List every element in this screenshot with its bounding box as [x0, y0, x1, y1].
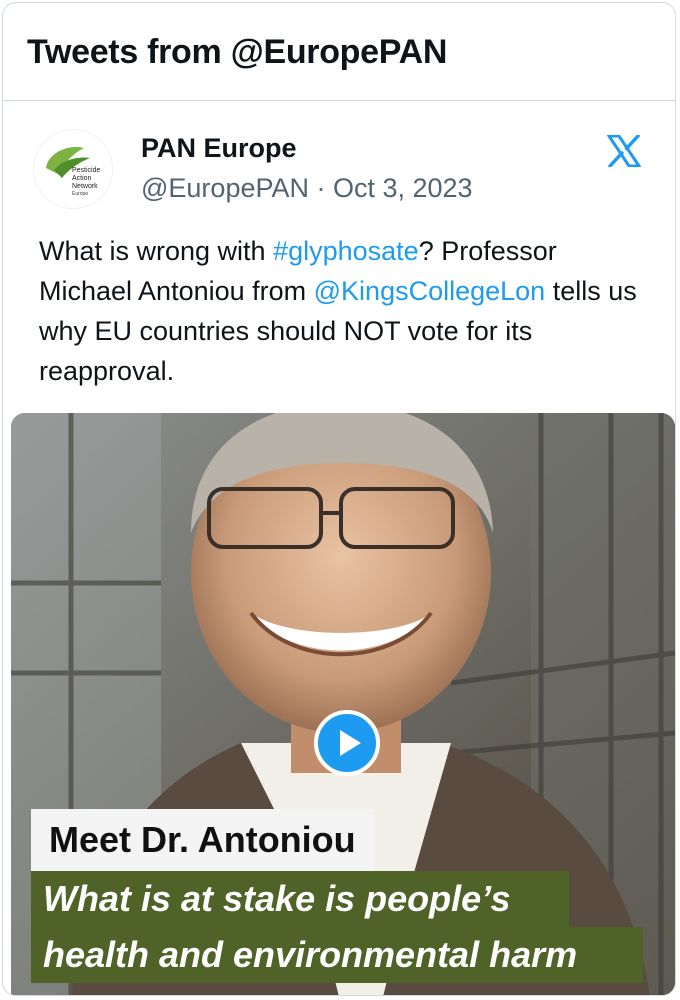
mention-link[interactable]: @KingsCollegeLon: [314, 276, 546, 306]
video-thumbnail[interactable]: Meet Dr. Antoniou What is at stake is pe…: [11, 413, 675, 995]
x-logo-icon[interactable]: [606, 134, 642, 168]
hashtag-link[interactable]: #glyphosate: [273, 236, 419, 266]
avatar-logo-line4: Europe: [72, 191, 88, 197]
tweet-text: What is wrong with #glyphosate? Professo…: [39, 231, 649, 391]
avatar-logo-line3: Network: [72, 183, 98, 190]
pesticide-leaf-logo-icon: Pesticide Action Network Europe: [46, 146, 101, 197]
widget-title[interactable]: Tweets from @EuropePAN: [27, 33, 447, 72]
author-handle-date[interactable]: @EuropePAN · Oct 3, 2023: [141, 173, 473, 204]
twitter-timeline-widget: Tweets from @EuropePAN Pesticide Action …: [2, 2, 676, 996]
author-display-name[interactable]: PAN Europe: [141, 133, 297, 164]
tweet-text-part1: What is wrong with: [39, 236, 274, 266]
widget-header: Tweets from @EuropePAN: [3, 3, 675, 101]
play-icon: [340, 730, 361, 756]
avatar-logo-line1: Pesticide: [72, 167, 101, 174]
video-caption-line2: health and environmental harm: [31, 927, 643, 983]
avatar-logo-line2: Action: [72, 175, 92, 182]
video-caption-title: Meet Dr. Antoniou: [31, 809, 374, 871]
play-button[interactable]: [314, 710, 380, 776]
avatar[interactable]: Pesticide Action Network Europe: [33, 129, 113, 209]
tweet-card[interactable]: Pesticide Action Network Europe PAN Euro…: [3, 101, 675, 995]
video-caption-line1: What is at stake is people’s: [31, 871, 569, 927]
